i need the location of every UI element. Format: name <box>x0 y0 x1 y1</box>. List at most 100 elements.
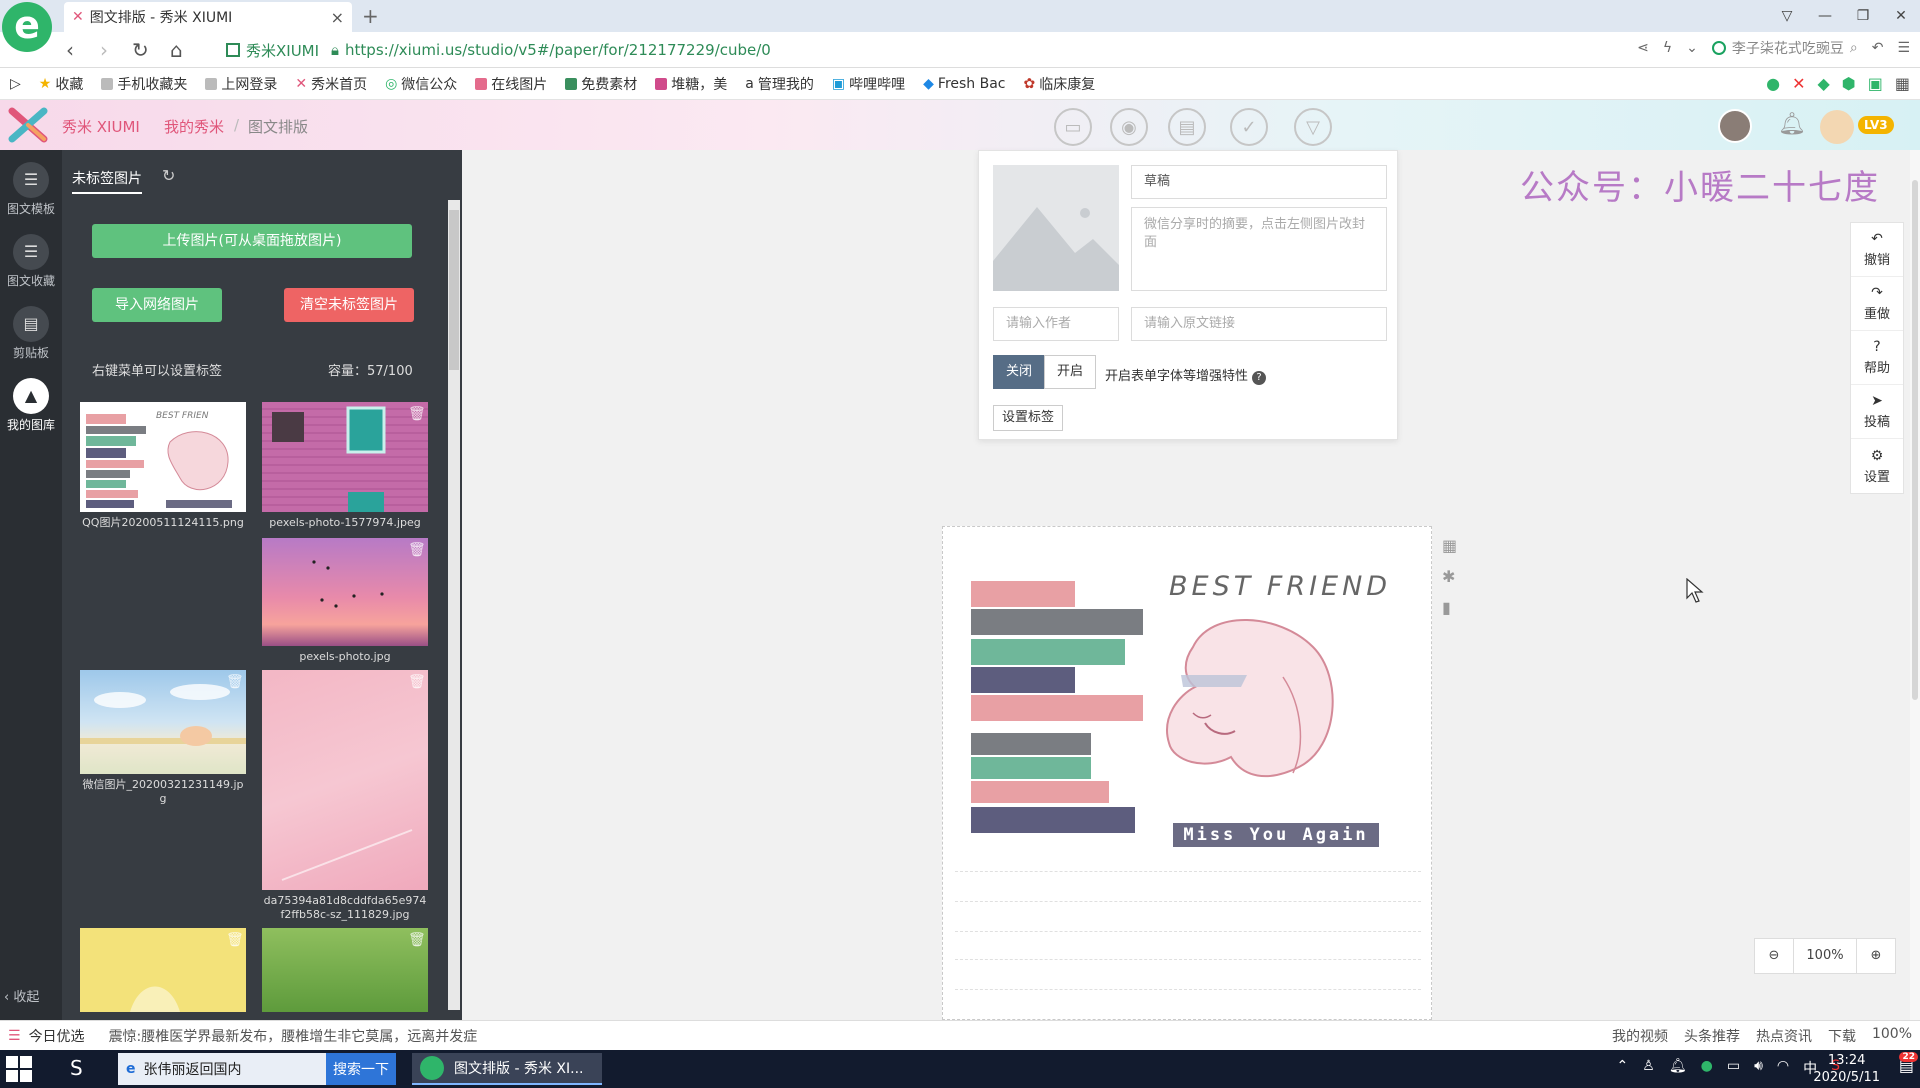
more-dropdown-icon[interactable]: ▽ <box>1294 108 1332 146</box>
avatar[interactable] <box>1718 109 1752 143</box>
help-button[interactable]: ? 帮助 <box>1851 331 1903 385</box>
library-image[interactable]: 🗑︎ da75394a81d8cddfda65e974f2ffb58c-sz_1… <box>262 670 428 922</box>
reload-icon[interactable]: ↻ <box>132 38 149 62</box>
toggle-off-button[interactable]: 关闭 <box>993 355 1046 389</box>
undo-icon[interactable]: ↶ <box>1872 40 1884 56</box>
article-body[interactable]: BEST FRIEND Miss You Again <box>942 526 1432 1020</box>
settings-button[interactable]: ⚙ 设置 <box>1851 439 1903 493</box>
bookmark-item[interactable]: ◎ 微信公众 <box>385 74 457 94</box>
library-scrollbar[interactable] <box>448 200 460 1010</box>
bookmark-item[interactable]: 上网登录 <box>205 74 277 94</box>
my-videos-link[interactable]: 我的视频 <box>1612 1026 1668 1046</box>
rail-item-clipboard[interactable]: ▤ 剪贴板 <box>0 298 62 368</box>
bookmark-item[interactable]: ★ 收藏 <box>39 74 84 94</box>
extension-icon[interactable]: ⬢ <box>1842 74 1856 93</box>
menu-icon[interactable]: ☰ <box>1897 40 1910 56</box>
bookmark-item[interactable]: ✕ 秀米首页 <box>295 74 367 94</box>
redo-button[interactable]: ↷ 重做 <box>1851 277 1903 331</box>
library-image[interactable]: 🗑︎ pexels-photo.jpg <box>262 538 428 664</box>
restore-button[interactable]: ❐ <box>1844 8 1882 24</box>
headline-link[interactable]: 头条推荐 <box>1684 1026 1740 1046</box>
rail-item-my-library[interactable]: ▲ 我的图库 <box>0 370 62 440</box>
apps-icon[interactable]: ▦ <box>1895 74 1910 93</box>
breadcrumb-my-xiumi[interactable]: 我的秀米 <box>164 116 224 137</box>
delete-icon[interactable]: 🗑︎ <box>408 674 426 692</box>
close-window-button[interactable]: ✕ <box>1882 8 1920 24</box>
bookmark-item[interactable]: ✿ 临床康复 <box>1024 74 1096 94</box>
set-tags-button[interactable]: 设置标签 <box>993 405 1064 431</box>
rail-item-templates[interactable]: ☰ 图文模板 <box>0 154 62 224</box>
library-image[interactable]: 🗑︎ <box>262 928 428 1012</box>
app-s-icon[interactable]: S <box>70 1056 83 1080</box>
search-icon[interactable]: ⌕ <box>1850 40 1858 56</box>
preview-icon[interactable]: ◉ <box>1110 108 1148 146</box>
toggle-on-button[interactable]: 开启 <box>1044 355 1097 389</box>
minimize-button[interactable]: — <box>1806 8 1844 24</box>
help-icon[interactable]: ? <box>1252 371 1267 385</box>
submit-button[interactable]: ➤ 投稿 <box>1851 385 1903 439</box>
download-link[interactable]: 下载 <box>1828 1026 1856 1046</box>
zoom-in-icon[interactable]: ⊕ <box>1857 939 1895 973</box>
article-summary-field[interactable]: 微信分享时的摘要，点击左侧图片改封面 <box>1131 207 1387 291</box>
tab-close-icon[interactable]: × <box>331 8 344 27</box>
bookmark-item[interactable]: ▣ 哔哩哔哩 <box>832 74 905 94</box>
notification-bell-icon[interactable]: 🔔︎ <box>1669 1058 1687 1078</box>
refresh-icon[interactable]: ↻ <box>162 166 175 185</box>
canvas-scrollbar[interactable] <box>1910 150 1920 1020</box>
xiumi-logo[interactable] <box>8 107 48 143</box>
clear-untagged-button[interactable]: 清空未标签图片 <box>284 288 414 322</box>
bell-icon[interactable]: 🔔︎ <box>1778 112 1806 137</box>
library-image[interactable]: BEST FRIEN QQ图片20200511124115.png <box>80 402 246 530</box>
chart-icon[interactable]: ▮ <box>1442 598 1457 617</box>
original-link-field[interactable]: 请输入原文链接 <box>1131 307 1387 341</box>
delete-icon[interactable]: 🗑︎ <box>408 542 426 560</box>
check-icon[interactable]: ✓ <box>1230 108 1268 146</box>
taskbar-browser-app[interactable]: 图文排版 - 秀米 XI... <box>412 1053 602 1085</box>
user-avatar[interactable] <box>1820 110 1854 144</box>
undo-button[interactable]: ↶ 撤销 <box>1851 223 1903 277</box>
gear-icon[interactable]: ✱ <box>1442 567 1457 586</box>
library-image[interactable]: 🗑︎ pexels-photo-1577974.jpeg <box>262 402 428 530</box>
extension-icon[interactable]: ▣ <box>1868 74 1883 93</box>
extension-icon[interactable]: ● <box>1766 74 1780 93</box>
bookmark-item[interactable]: 免费素材 <box>565 74 637 94</box>
home-icon[interactable]: ⌂ <box>170 38 183 62</box>
taskbar-search[interactable]: e 张伟丽返回国内 <box>118 1053 328 1085</box>
delete-icon[interactable]: 🗑︎ <box>408 932 426 950</box>
security-icon[interactable]: ● <box>1701 1058 1713 1078</box>
taskbar-search-button[interactable]: 搜索一下 <box>326 1053 396 1085</box>
delete-icon[interactable]: 🗑︎ <box>226 674 244 692</box>
chevron-down-icon[interactable]: ⌄ <box>1686 40 1698 56</box>
new-tab-button[interactable]: + <box>362 4 379 28</box>
tray-arrow-icon[interactable]: ⌃ <box>1617 1058 1629 1078</box>
save-icon[interactable]: ▤ <box>1168 108 1206 146</box>
library-image[interactable]: 🗑︎ 微信图片_20200321231149.jpg <box>80 670 246 806</box>
tab-untagged-images[interactable]: 未标签图片 <box>72 168 142 194</box>
article-title-field[interactable]: 草稿 <box>1131 165 1387 199</box>
bookmark-item[interactable]: a 管理我的 <box>745 74 814 94</box>
action-center-icon[interactable]: ▤ 22 <box>1899 1052 1918 1075</box>
qq-icon[interactable]: ♙ <box>1642 1058 1655 1078</box>
wifi-icon[interactable]: ◠ <box>1777 1058 1789 1078</box>
volume-icon[interactable]: 🔊︎ <box>1754 1058 1763 1078</box>
today-picks[interactable]: 今日优选 <box>29 1026 85 1046</box>
bookmark-item[interactable]: 手机收藏夹 <box>101 74 187 94</box>
rail-item-favorites[interactable]: ☰ 图文收藏 <box>0 226 62 296</box>
bookmark-item[interactable]: ◆ Fresh Bac <box>923 76 1005 92</box>
grid-icon[interactable]: ▦ <box>1442 536 1457 555</box>
hot-news-link[interactable]: 热点资讯 <box>1756 1026 1812 1046</box>
upload-images-button[interactable]: 上传图片(可从桌面拖放图片) <box>92 224 412 258</box>
battery-icon[interactable]: ▭ <box>1727 1058 1740 1078</box>
news-ticker[interactable]: 震惊:腰椎医学界最新发布，腰椎增生非它莫属，远离并发症 <box>109 1026 478 1046</box>
cover-image-placeholder[interactable] <box>993 165 1119 291</box>
skin-icon[interactable]: ▽ <box>1768 8 1806 24</box>
page-zoom[interactable]: 100% <box>1872 1026 1912 1046</box>
import-web-images-button[interactable]: 导入网络图片 <box>92 288 222 322</box>
extension-icon[interactable]: ◆ <box>1817 74 1829 93</box>
bookmark-item[interactable]: 堆糖，美 <box>655 74 727 94</box>
url-field[interactable]: 秀米XIUMI 🔒︎ https://xiumi.us/studio/v5#/p… <box>226 36 1616 64</box>
bookmark-item[interactable]: 在线图片 <box>475 74 547 94</box>
app-brand[interactable]: 秀米 XIUMI <box>62 116 140 137</box>
bookmarks-toggle-icon[interactable]: ▷ <box>10 76 21 92</box>
back-icon[interactable]: ‹ <box>66 38 74 62</box>
